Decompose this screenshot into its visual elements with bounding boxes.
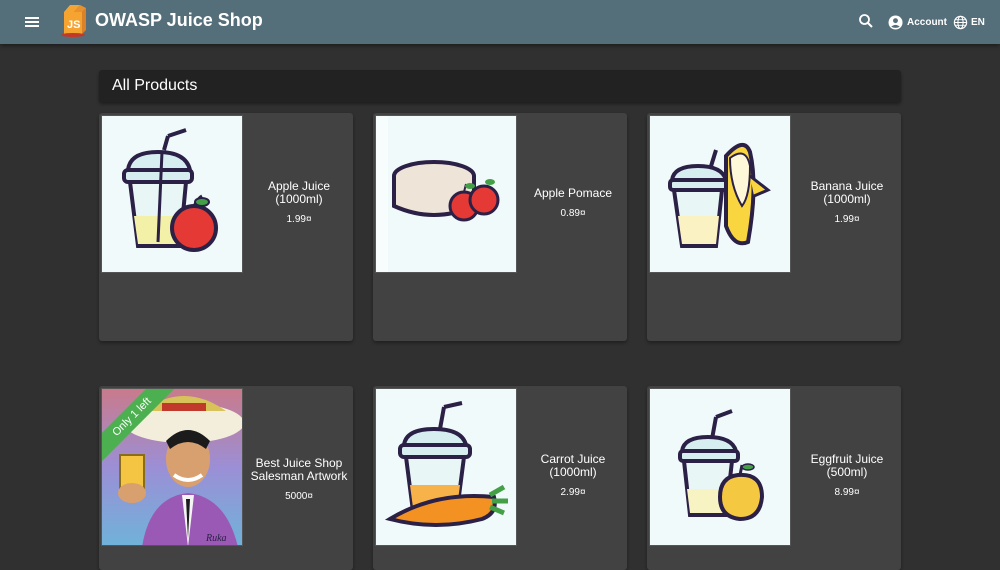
search-icon[interactable] bbox=[856, 11, 876, 31]
product-info: Apple Pomace 0.89¤ bbox=[519, 186, 627, 220]
product-card[interactable]: Apple Pomace 0.89¤ bbox=[373, 113, 627, 341]
app-title[interactable]: OWASP Juice Shop bbox=[95, 10, 263, 31]
svg-text:Ruka: Ruka bbox=[205, 533, 227, 544]
product-price: 8.99¤ bbox=[834, 487, 860, 498]
product-price: 1.99¤ bbox=[834, 214, 860, 225]
product-name: Banana Juice (1000ml) bbox=[810, 179, 884, 206]
product-name: Apple Juice (1000ml) bbox=[267, 179, 331, 206]
page-title: All Products bbox=[112, 77, 198, 94]
product-card[interactable]: Ruka Only 1 left Best Juice Shop Salesma… bbox=[99, 386, 353, 570]
product-image[interactable] bbox=[375, 115, 517, 273]
product-price: 2.99¤ bbox=[560, 487, 586, 498]
product-image[interactable] bbox=[101, 115, 243, 273]
product-info: Apple Juice (1000ml) 1.99¤ bbox=[245, 179, 353, 226]
product-price: 5000¤ bbox=[285, 491, 313, 502]
account-button[interactable]: Account bbox=[888, 12, 947, 32]
product-name: Apple Pomace bbox=[533, 186, 613, 200]
svg-text:JS: JS bbox=[67, 19, 80, 31]
globe-icon bbox=[953, 15, 968, 29]
products-heading-card: All Products bbox=[99, 70, 901, 102]
product-card[interactable]: Carrot Juice (1000ml) 2.99¤ bbox=[373, 386, 627, 570]
product-card[interactable]: Apple Juice (1000ml) 1.99¤ bbox=[99, 113, 353, 341]
product-info: Carrot Juice (1000ml) 2.99¤ bbox=[519, 452, 627, 499]
language-button[interactable]: EN bbox=[953, 12, 985, 32]
product-image[interactable] bbox=[375, 388, 517, 546]
language-label: EN bbox=[971, 16, 985, 28]
product-card[interactable]: Banana Juice (1000ml) 1.99¤ bbox=[647, 113, 901, 341]
product-image[interactable] bbox=[649, 115, 791, 273]
product-image[interactable] bbox=[649, 388, 791, 546]
product-name: Eggfruit Juice (500ml) bbox=[810, 452, 884, 479]
product-price: 0.89¤ bbox=[560, 208, 586, 219]
product-name: Best Juice Shop Salesman Artwork bbox=[250, 456, 348, 483]
product-image[interactable]: Ruka Only 1 left bbox=[101, 388, 243, 546]
juice-shop-logo[interactable]: JS bbox=[58, 2, 90, 38]
product-card[interactable]: Eggfruit Juice (500ml) 8.99¤ bbox=[647, 386, 901, 570]
account-label: Account bbox=[907, 16, 947, 28]
top-toolbar: JS OWASP Juice Shop Account EN bbox=[0, 0, 1000, 44]
product-info: Eggfruit Juice (500ml) 8.99¤ bbox=[793, 452, 901, 499]
product-price: 1.99¤ bbox=[286, 214, 312, 225]
product-name: Carrot Juice (1000ml) bbox=[540, 452, 606, 479]
product-info: Banana Juice (1000ml) 1.99¤ bbox=[793, 179, 901, 226]
account-circle-icon bbox=[888, 14, 903, 30]
product-info: Best Juice Shop Salesman Artwork 5000¤ bbox=[245, 456, 353, 503]
menu-icon[interactable] bbox=[21, 12, 43, 32]
